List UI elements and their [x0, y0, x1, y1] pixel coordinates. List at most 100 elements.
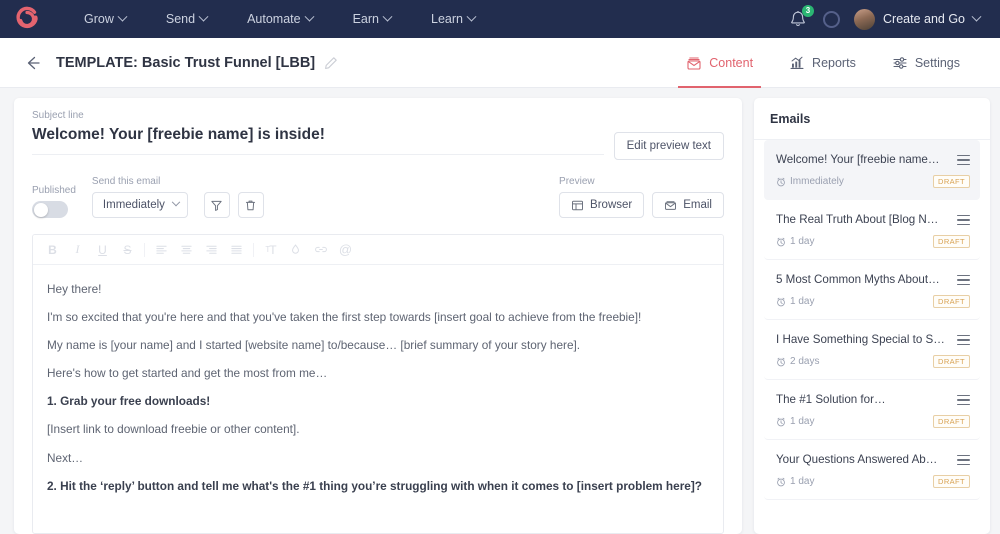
- list-item[interactable]: The Real Truth About [Blog N… 1 day DRAF…: [764, 200, 980, 260]
- italic-icon[interactable]: I: [66, 239, 89, 261]
- body-paragraph: Here's how to get started and get the mo…: [47, 366, 328, 381]
- rich-text-editor: B I U S TT @ Hey there! I'm so excited t…: [32, 234, 724, 534]
- body-paragraph: 1. Grab your free downloads!: [47, 394, 211, 409]
- align-center-icon[interactable]: [175, 239, 198, 261]
- drag-handle-icon[interactable]: [957, 215, 970, 226]
- align-justify-icon[interactable]: [225, 239, 248, 261]
- email-body-content[interactable]: Hey there! I'm so excited that you're he…: [33, 265, 723, 522]
- text-color-icon[interactable]: [284, 239, 307, 261]
- tab-settings[interactable]: Settings: [874, 38, 978, 88]
- published-group: Published: [32, 185, 76, 218]
- page-tabs: Content Reports Settings: [668, 38, 978, 88]
- body-paragraph: I'm so excited that you're here and that…: [47, 310, 642, 325]
- list-item[interactable]: I Have Something Special to S… 2 days DR…: [764, 320, 980, 380]
- subject-input[interactable]: Welcome! Your [freebie name] is inside!: [32, 126, 604, 155]
- send-timing-value: Immediately: [102, 199, 165, 211]
- drag-handle-icon[interactable]: [957, 275, 970, 286]
- nav-item-send[interactable]: Send: [146, 0, 227, 38]
- notifications-button[interactable]: 3: [787, 5, 814, 30]
- bold-icon[interactable]: B: [41, 239, 64, 261]
- send-timing-select[interactable]: Immediately: [91, 192, 188, 218]
- nav-item-automate[interactable]: Automate: [227, 0, 333, 38]
- subject-field-group: Subject line Welcome! Your [freebie name…: [32, 110, 614, 155]
- email-delay-label: 1 day: [790, 476, 815, 487]
- drag-handle-icon[interactable]: [957, 335, 970, 346]
- chevron-down-icon: [198, 11, 209, 22]
- email-delay: Immediately: [776, 176, 844, 187]
- toolbar-divider: [253, 242, 254, 257]
- emails-list: Welcome! Your [freebie name… Immediately…: [754, 140, 990, 500]
- preview-email-button[interactable]: Email: [652, 192, 724, 218]
- browser-icon: [572, 200, 584, 210]
- strikethrough-icon[interactable]: S: [116, 239, 139, 261]
- underline-icon[interactable]: U: [91, 239, 114, 261]
- status-badge: DRAFT: [933, 175, 970, 188]
- status-badge: DRAFT: [933, 235, 970, 248]
- alarm-clock-icon: [777, 357, 785, 366]
- list-item[interactable]: Welcome! Your [freebie name… Immediately…: [764, 140, 980, 200]
- user-menu[interactable]: Create and Go: [854, 8, 982, 30]
- nav-item-earn[interactable]: Earn: [333, 0, 411, 38]
- toggle-knob: [33, 202, 48, 217]
- email-delay-label: 1 day: [790, 416, 815, 427]
- page-header: TEMPLATE: Basic Trust Funnel [LBB] Conte…: [0, 38, 1000, 88]
- nav-item-label: Grow: [84, 12, 114, 26]
- drag-handle-icon[interactable]: [957, 455, 970, 466]
- preview-browser-button[interactable]: Browser: [559, 192, 645, 218]
- email-delay: 2 days: [776, 356, 819, 367]
- published-toggle[interactable]: [32, 201, 68, 218]
- top-navigation-bar: Grow Send Automate Earn Learn 3 Create a…: [0, 0, 1000, 38]
- avatar: [854, 8, 875, 30]
- tab-label: Content: [709, 55, 754, 70]
- align-left-icon[interactable]: [150, 239, 173, 261]
- tab-reports[interactable]: Reports: [771, 38, 874, 88]
- list-item[interactable]: 5 Most Common Myths About… 1 day DRAFT: [764, 260, 980, 320]
- primary-nav-items: Grow Send Automate Earn Learn: [64, 0, 495, 38]
- notification-badge: 3: [802, 5, 814, 17]
- delete-button[interactable]: [237, 192, 264, 218]
- envelope-icon: [687, 56, 701, 70]
- nav-right-cluster: 3 Create and Go: [787, 5, 986, 30]
- email-delay-label: 2 days: [790, 356, 820, 367]
- drag-handle-icon[interactable]: [957, 395, 970, 406]
- editor-toolbar: B I U S TT @: [33, 235, 723, 265]
- status-badge: DRAFT: [933, 355, 970, 368]
- trash-icon: [246, 200, 256, 210]
- emails-sidebar: Emails Welcome! Your [freebie name… Imme…: [754, 98, 990, 534]
- back-button[interactable]: [22, 53, 42, 73]
- edit-title-pencil-icon[interactable]: [324, 56, 338, 70]
- font-size-icon[interactable]: TT: [259, 239, 282, 261]
- list-item[interactable]: The #1 Solution for… 1 day DRAFT: [764, 380, 980, 440]
- spiral-logo-icon[interactable]: [14, 6, 40, 32]
- toolbar-divider: [144, 242, 145, 257]
- sliders-icon: [893, 56, 907, 69]
- alarm-clock-icon: [777, 417, 785, 426]
- status-badge: DRAFT: [933, 415, 970, 428]
- mention-icon[interactable]: @: [334, 239, 357, 261]
- alarm-clock-icon: [777, 477, 785, 486]
- alarm-clock-icon: [777, 297, 785, 306]
- nav-item-learn[interactable]: Learn: [411, 0, 495, 38]
- chevron-down-icon: [117, 11, 128, 22]
- emails-sidebar-title: Emails: [754, 98, 990, 140]
- edit-preview-text-button[interactable]: Edit preview text: [613, 132, 724, 160]
- body-paragraph: My name is [your name] and I started [we…: [47, 338, 581, 353]
- drag-handle-icon[interactable]: [957, 155, 970, 166]
- published-label: Published: [32, 185, 76, 196]
- align-right-icon[interactable]: [200, 239, 223, 261]
- email-delay-label: 1 day: [790, 296, 815, 307]
- nav-item-grow[interactable]: Grow: [64, 0, 146, 38]
- email-delay: 1 day: [776, 236, 814, 247]
- subject-line-label: Subject line: [32, 110, 84, 121]
- send-timing-group: Send this email Immediately: [91, 176, 188, 218]
- email-title: I Have Something Special to S…: [776, 333, 945, 346]
- tab-content[interactable]: Content: [668, 38, 771, 88]
- link-icon[interactable]: [309, 239, 332, 261]
- chevron-down-icon: [466, 11, 477, 22]
- filter-button[interactable]: [203, 192, 230, 218]
- list-item[interactable]: Your Questions Answered Ab… 1 day DRAFT: [764, 440, 980, 500]
- body-paragraph: Next…: [47, 450, 84, 465]
- email-delay: 1 day: [776, 296, 814, 307]
- status-badge: DRAFT: [933, 295, 970, 308]
- help-circle-icon[interactable]: [823, 10, 840, 28]
